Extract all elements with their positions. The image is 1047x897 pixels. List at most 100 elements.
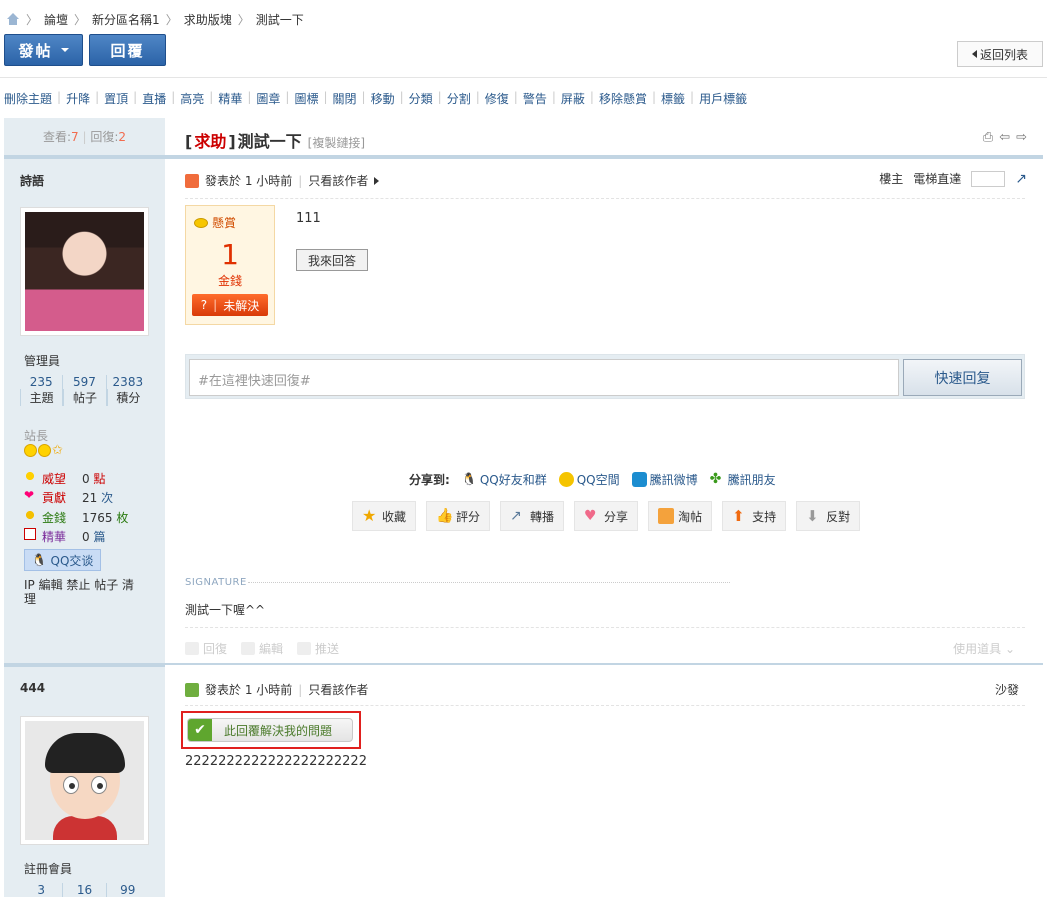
favorite-button[interactable]: ★ 收藏 bbox=[352, 501, 417, 531]
mod-action[interactable]: 用戶標籤 bbox=[694, 90, 752, 107]
avatar[interactable] bbox=[20, 207, 149, 336]
next-thread-icon[interactable]: ⇨ bbox=[1016, 130, 1027, 145]
reward-box: 懸賞 1 金錢 ? | 未解決 bbox=[185, 205, 275, 325]
thread-stats: 查看:7 | 回復:2 bbox=[42, 130, 127, 144]
share-tencent-friends[interactable]: ✤ 騰訊朋友 bbox=[710, 471, 776, 488]
print-icon[interactable]: ⎙ bbox=[983, 130, 993, 145]
credit-label: 威望 bbox=[42, 472, 67, 486]
mod-action[interactable]: 分割 bbox=[442, 90, 476, 107]
only-author-link[interactable]: 只看該作者 bbox=[308, 681, 368, 698]
edit-link[interactable]: 編輯 bbox=[241, 640, 283, 657]
reply-link[interactable]: 回復 bbox=[185, 640, 227, 657]
quick-reply-button[interactable]: 快速回复 bbox=[903, 359, 1022, 396]
mark-solved-button[interactable]: ✔ 此回覆解決我的問題 bbox=[187, 718, 353, 742]
qq-chat-button[interactable]: 🐧 QQ交谈 bbox=[24, 549, 101, 571]
collect-thread-button[interactable]: 淘帖 bbox=[648, 501, 713, 531]
credit-value: 21 bbox=[82, 491, 98, 505]
views-label: 查看: bbox=[42, 130, 72, 144]
stat-threads[interactable]: 235 主題 bbox=[20, 375, 62, 406]
mod-action[interactable]: 修復 bbox=[480, 90, 514, 107]
reward-header: 懸賞 bbox=[212, 216, 237, 230]
reply-button[interactable]: 回覆 bbox=[89, 34, 166, 66]
goto-label: 電梯直達 bbox=[913, 172, 962, 186]
highlight-box: ✔ 此回覆解決我的問題 bbox=[181, 711, 361, 749]
mod-action[interactable]: 警告 bbox=[518, 90, 552, 107]
question-icon: ? bbox=[200, 298, 208, 312]
credit-label: 精華 bbox=[42, 530, 67, 544]
mod-action[interactable]: 圖章 bbox=[251, 90, 285, 107]
answer-button[interactable]: 我來回答 bbox=[296, 249, 368, 271]
stat-points[interactable]: 2383 積分 bbox=[105, 375, 149, 406]
avatar[interactable] bbox=[20, 716, 149, 845]
breadcrumb-item[interactable]: 論壇 bbox=[44, 11, 68, 28]
prestige-icon bbox=[24, 470, 36, 482]
go-icon[interactable]: ↗ bbox=[1015, 171, 1027, 187]
mod-action[interactable]: 直播 bbox=[137, 90, 171, 107]
digest-icon bbox=[24, 528, 36, 540]
admin-links[interactable]: IP 編輯 禁止 帖子 清理 bbox=[24, 578, 144, 606]
use-props-menu[interactable]: 使用道具 ⌄ bbox=[953, 640, 1015, 657]
only-author-link[interactable]: 只看該作者 bbox=[308, 172, 368, 189]
breadcrumb-item[interactable]: 測試一下 bbox=[256, 11, 304, 28]
mod-action[interactable]: 升降 bbox=[61, 90, 95, 107]
thread-tag[interactable]: 求助 bbox=[194, 128, 226, 152]
mod-action[interactable]: 關閉 bbox=[328, 90, 362, 107]
prev-thread-icon[interactable]: ⇦ bbox=[999, 130, 1010, 145]
repost-button[interactable]: ↗ 轉播 bbox=[500, 501, 565, 531]
thread-title: 測試一下 bbox=[237, 132, 302, 151]
back-to-list-button[interactable]: 返回列表 bbox=[957, 41, 1043, 67]
mod-action[interactable]: 移動 bbox=[366, 90, 400, 107]
push-link[interactable]: 推送 bbox=[297, 640, 339, 657]
mod-action[interactable]: 精華 bbox=[213, 90, 247, 107]
goto-floor-input[interactable] bbox=[971, 170, 1006, 187]
post-time: 發表於 1 小時前 bbox=[205, 174, 293, 188]
floor-nav: 樓主 電梯直達 ↗ bbox=[879, 170, 1027, 187]
stat-posts[interactable]: 16 bbox=[62, 883, 105, 897]
stat-posts[interactable]: 597 帖子 bbox=[62, 375, 105, 406]
share-qq-friends[interactable]: 🐧 QQ好友和群 bbox=[461, 471, 547, 488]
stat-label: 帖子 bbox=[63, 389, 105, 406]
user-stats: 235 主題 597 帖子 2383 積分 bbox=[20, 375, 149, 406]
divider bbox=[185, 705, 1025, 706]
star-icon: ★ bbox=[362, 506, 377, 525]
breadcrumb-item[interactable]: 求助版塊 bbox=[184, 11, 232, 28]
floor-label: 樓主 bbox=[879, 172, 904, 186]
copy-link[interactable]: [複製鏈接] bbox=[308, 134, 365, 151]
post-actions: ★ 收藏 👍 評分 ↗ 轉播 ♥ 分享 淘帖 ⬆ 支持 ⬇ 反對 bbox=[352, 501, 861, 531]
share-qzone[interactable]: QQ空間 bbox=[558, 471, 620, 488]
mod-action[interactable]: 標籤 bbox=[656, 90, 690, 107]
mod-action[interactable]: 高亮 bbox=[175, 90, 209, 107]
divider bbox=[248, 582, 730, 583]
new-post-button[interactable]: 發帖 bbox=[4, 34, 83, 66]
divider bbox=[165, 663, 1043, 665]
page-title: [求助] 測試一下 [複製鏈接] bbox=[185, 128, 365, 152]
support-button[interactable]: ⬆ 支持 bbox=[722, 501, 787, 531]
floor-label[interactable]: 沙發 bbox=[995, 681, 1019, 698]
author-name[interactable]: 詩語 bbox=[20, 172, 44, 189]
weibo-icon bbox=[631, 472, 647, 487]
user-icon bbox=[185, 682, 199, 697]
share-button[interactable]: ♥ 分享 bbox=[574, 501, 639, 531]
new-post-label: 發帖 bbox=[18, 41, 53, 60]
mod-action[interactable]: 置頂 bbox=[99, 90, 133, 107]
share-tencent-weibo[interactable]: 騰訊微博 bbox=[631, 471, 698, 488]
rate-button[interactable]: 👍 評分 bbox=[426, 501, 491, 531]
stat-value: 235 bbox=[29, 375, 53, 389]
stat-points[interactable]: 99 bbox=[105, 883, 149, 897]
oppose-button[interactable]: ⬇ 反對 bbox=[796, 501, 861, 531]
quick-reply-input[interactable]: #在這裡快速回復# bbox=[189, 359, 899, 396]
mod-action[interactable]: 刪除主題 bbox=[4, 90, 57, 107]
mod-action[interactable]: 圖標 bbox=[289, 90, 323, 107]
credit-unit: 點 bbox=[93, 472, 106, 486]
stat-threads[interactable]: 3 bbox=[20, 883, 62, 897]
divider bbox=[4, 155, 165, 159]
credit-row: 威望 0 點 bbox=[24, 470, 130, 487]
home-icon[interactable] bbox=[6, 13, 20, 25]
mod-action[interactable]: 分類 bbox=[404, 90, 438, 107]
breadcrumb-item[interactable]: 新分區名稱1 bbox=[92, 11, 160, 28]
post-tools: 回復 編輯 推送 bbox=[185, 640, 339, 657]
mod-action[interactable]: 屏蔽 bbox=[556, 90, 590, 107]
author-name[interactable]: 444 bbox=[20, 681, 45, 695]
mod-action[interactable]: 移除懸賞 bbox=[594, 90, 652, 107]
reward-status: 未解決 bbox=[223, 298, 260, 313]
